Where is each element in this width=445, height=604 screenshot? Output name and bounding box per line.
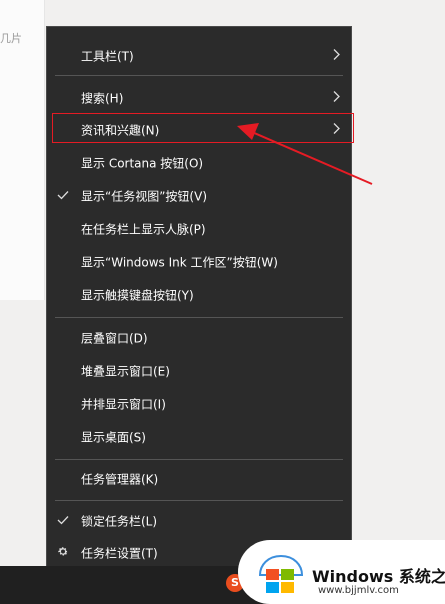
watermark-url: www.bjjmlv.com: [318, 585, 399, 596]
watermark-title: Windows 系统之家: [312, 567, 445, 586]
annotation-arrow: [237, 123, 373, 185]
windows-logo-icon: [258, 554, 304, 593]
